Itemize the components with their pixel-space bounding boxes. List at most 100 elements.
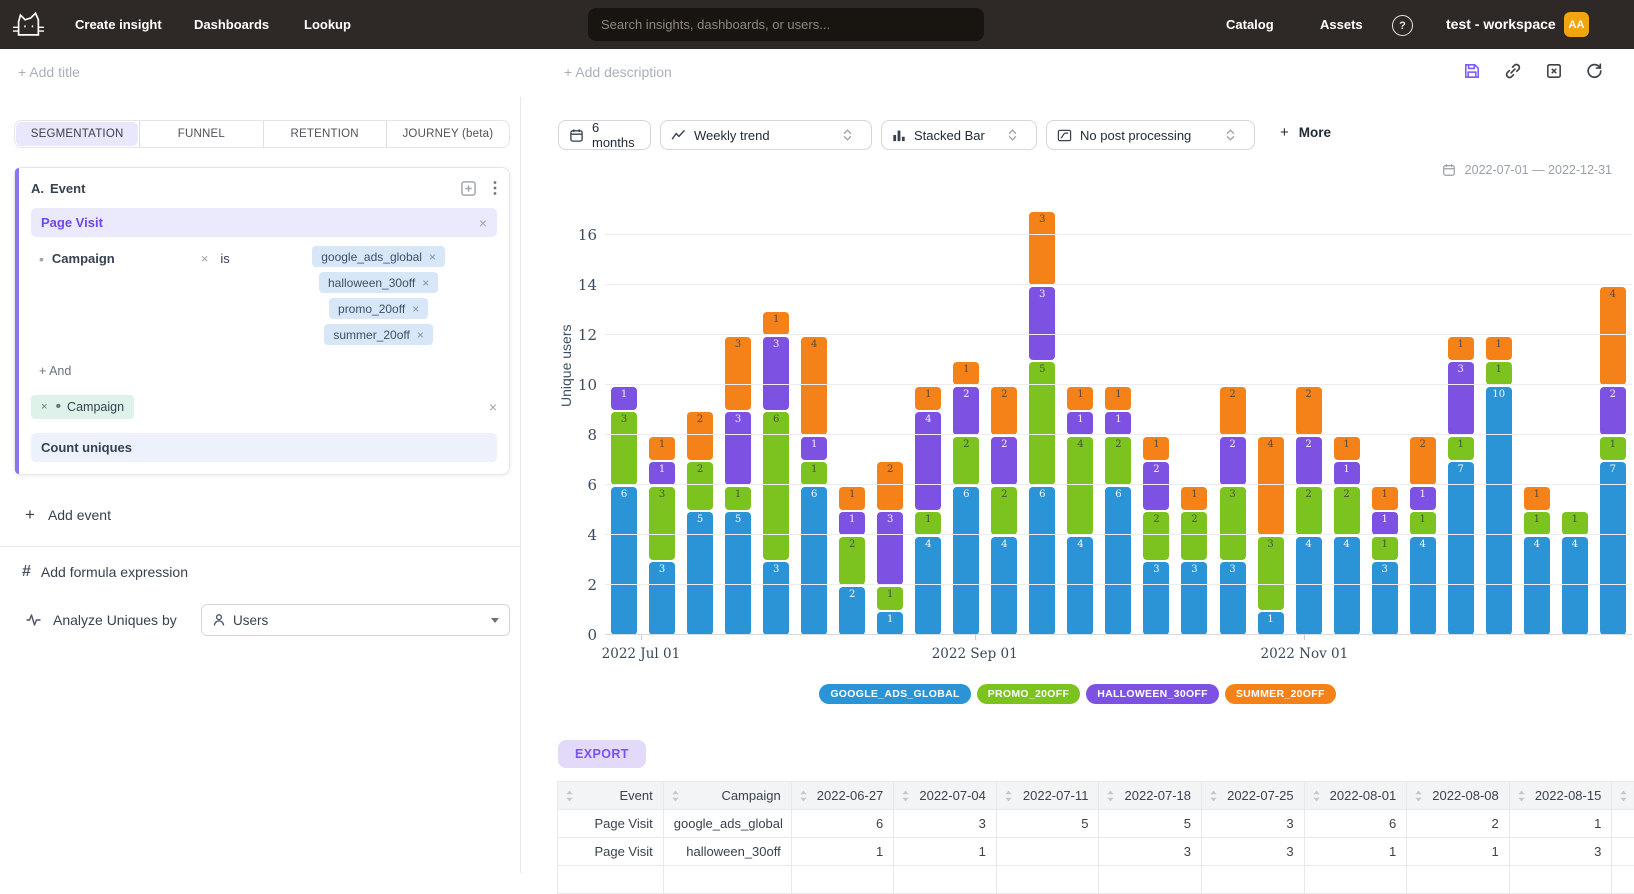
bar-segment-halloween_30off[interactable]: 2: [1600, 387, 1626, 435]
bar-segment-halloween_30off[interactable]: 1: [1067, 412, 1093, 435]
bar-segment-summer_20off[interactable]: 1: [1105, 387, 1131, 410]
bar-segment-summer_20off[interactable]: 1: [1372, 487, 1398, 510]
bar-segment-promo_20off[interactable]: 2: [1143, 512, 1169, 560]
column-header-2022-07-18[interactable]: 2022-07-18: [1099, 782, 1202, 810]
bar-segment-google_ads_global[interactable]: 3: [763, 562, 789, 635]
nav-assets[interactable]: Assets: [1320, 17, 1363, 32]
filter-value-chip[interactable]: promo_20off×: [329, 298, 428, 319]
bar-segment-google_ads_global[interactable]: 3: [1220, 562, 1246, 635]
bar-segment-google_ads_global[interactable]: 3: [1143, 562, 1169, 635]
cat-logo-icon[interactable]: [12, 10, 44, 39]
tab-funnel[interactable]: FUNNEL: [139, 121, 262, 147]
bar-segment-summer_20off[interactable]: 1: [915, 387, 941, 410]
add-description-button[interactable]: + Add description: [564, 64, 672, 80]
sort-icon[interactable]: [1414, 790, 1423, 802]
date-range-button[interactable]: 6 months: [558, 120, 651, 150]
filter-value-chip[interactable]: halloween_30off×: [319, 272, 438, 293]
bar-segment-halloween_30off[interactable]: 1: [801, 437, 827, 460]
bar-segment-halloween_30off[interactable]: 2: [1220, 437, 1246, 485]
bar-segment-summer_20off[interactable]: 1: [953, 362, 979, 385]
bar-segment-promo_20off[interactable]: 1: [725, 487, 751, 510]
remove-filter-icon[interactable]: ×: [201, 251, 209, 266]
bar-segment-promo_20off[interactable]: 3: [649, 487, 675, 560]
bar-segment-summer_20off[interactable]: 4: [1600, 287, 1626, 385]
column-header-2022-08-15[interactable]: 2022-08-15: [1509, 782, 1612, 810]
bar-segment-summer_20off[interactable]: 2: [1220, 387, 1246, 435]
bar-segment-google_ads_global[interactable]: 3: [1181, 562, 1207, 635]
filter-operator[interactable]: is: [220, 251, 229, 266]
sort-icon[interactable]: [799, 790, 808, 802]
clear-breakdown-icon[interactable]: ×: [489, 400, 497, 414]
bar-segment-summer_20off[interactable]: 1: [1524, 487, 1550, 510]
bar-segment-google_ads_global[interactable]: 6: [801, 487, 827, 635]
bar-segment-promo_20off[interactable]: 2: [991, 487, 1017, 535]
bar-segment-promo_20off[interactable]: 2: [1334, 487, 1360, 535]
legend-pill-google_ads_global[interactable]: GOOGLE_ADS_GLOBAL: [819, 684, 970, 704]
bar-segment-summer_20off[interactable]: 2: [1296, 387, 1322, 435]
add-event-button[interactable]: + Add event: [25, 505, 111, 525]
avatar[interactable]: AA: [1564, 12, 1589, 37]
filter-property[interactable]: Campaign: [52, 251, 115, 266]
bar-segment-promo_20off[interactable]: 5: [1029, 362, 1055, 485]
analyze-by-select[interactable]: Users: [201, 604, 510, 636]
bar-segment-promo_20off[interactable]: 2: [1105, 437, 1131, 485]
bar-segment-halloween_30off[interactable]: 2: [953, 387, 979, 435]
bar-segment-halloween_30off[interactable]: 1: [1334, 462, 1360, 485]
bar-segment-summer_20off[interactable]: 3: [725, 337, 751, 410]
bar-segment-summer_20off[interactable]: 4: [1258, 437, 1284, 535]
bar-segment-halloween_30off[interactable]: 3: [1448, 362, 1474, 435]
bar-segment-google_ads_global[interactable]: 6: [611, 487, 637, 635]
bar-segment-halloween_30off[interactable]: 3: [763, 337, 789, 410]
bar-segment-summer_20off[interactable]: 4: [801, 337, 827, 435]
bar-segment-google_ads_global[interactable]: 5: [687, 512, 713, 635]
bar-segment-google_ads_global[interactable]: 7: [1600, 462, 1626, 635]
bar-segment-google_ads_global[interactable]: 3: [649, 562, 675, 635]
bar-segment-google_ads_global[interactable]: 4: [1524, 537, 1550, 635]
bar-segment-summer_20off[interactable]: 1: [1181, 487, 1207, 510]
help-icon[interactable]: ?: [1392, 15, 1413, 36]
bar-segment-summer_20off[interactable]: 1: [839, 487, 865, 510]
sort-icon[interactable]: [1106, 790, 1115, 802]
sort-icon[interactable]: [1209, 790, 1218, 802]
legend-pill-summer_20off[interactable]: SUMMER_20OFF: [1225, 684, 1336, 704]
add-and-condition[interactable]: + And: [39, 364, 71, 378]
add-title-button[interactable]: + Add title: [18, 64, 80, 80]
more-button[interactable]: + More: [1280, 124, 1331, 141]
measure-select[interactable]: Count uniques: [31, 433, 497, 462]
event-name[interactable]: Page Visit: [41, 215, 103, 230]
bar-segment-promo_20off[interactable]: 3: [1258, 537, 1284, 610]
bar-segment-summer_20off[interactable]: 2: [687, 412, 713, 460]
kebab-menu-icon[interactable]: [493, 180, 497, 196]
sort-icon[interactable]: [1619, 790, 1628, 802]
add-formula-button[interactable]: # Add formula expression: [22, 563, 188, 581]
bar-segment-halloween_30off[interactable]: 1: [1372, 512, 1398, 535]
bar-segment-halloween_30off[interactable]: 1: [1105, 412, 1131, 435]
column-header-2022-06-27[interactable]: 2022-06-27: [791, 782, 894, 810]
bar-segment-summer_20off[interactable]: 2: [1410, 437, 1436, 485]
bar-segment-summer_20off[interactable]: 1: [1334, 437, 1360, 460]
trend-select[interactable]: Weekly trend: [660, 120, 872, 150]
sort-icon[interactable]: [1312, 790, 1321, 802]
bar-segment-google_ads_global[interactable]: 4: [1334, 537, 1360, 635]
bar-segment-halloween_30off[interactable]: 1: [839, 512, 865, 535]
filter-value-chip[interactable]: google_ads_global×: [312, 246, 445, 267]
bar-segment-google_ads_global[interactable]: 3: [1372, 562, 1398, 635]
bar-segment-summer_20off[interactable]: 1: [1448, 337, 1474, 360]
breakdown-chip[interactable]: × • Campaign: [31, 395, 134, 419]
copy-link-icon[interactable]: [1504, 62, 1522, 80]
tab-segmentation[interactable]: SEGMENTATION: [16, 122, 138, 146]
bar-segment-summer_20off[interactable]: 2: [991, 387, 1017, 435]
remove-value-icon[interactable]: ×: [412, 302, 419, 316]
column-header-2022-07-25[interactable]: 2022-07-25: [1202, 782, 1305, 810]
bar-segment-google_ads_global[interactable]: 10: [1486, 387, 1512, 635]
nav-dashboards[interactable]: Dashboards: [194, 17, 269, 32]
post-processing-select[interactable]: No post processing: [1046, 120, 1255, 150]
column-header-2022-07-04[interactable]: 2022-07-04: [894, 782, 997, 810]
bar-segment-google_ads_global[interactable]: 4: [915, 537, 941, 635]
save-icon[interactable]: [1463, 62, 1481, 80]
bar-segment-promo_20off[interactable]: 1: [1372, 537, 1398, 560]
bar-segment-google_ads_global[interactable]: 7: [1448, 462, 1474, 635]
bar-segment-summer_20off[interactable]: 1: [1143, 437, 1169, 460]
nav-catalog[interactable]: Catalog: [1226, 17, 1274, 32]
bar-segment-promo_20off[interactable]: 1: [1410, 512, 1436, 535]
